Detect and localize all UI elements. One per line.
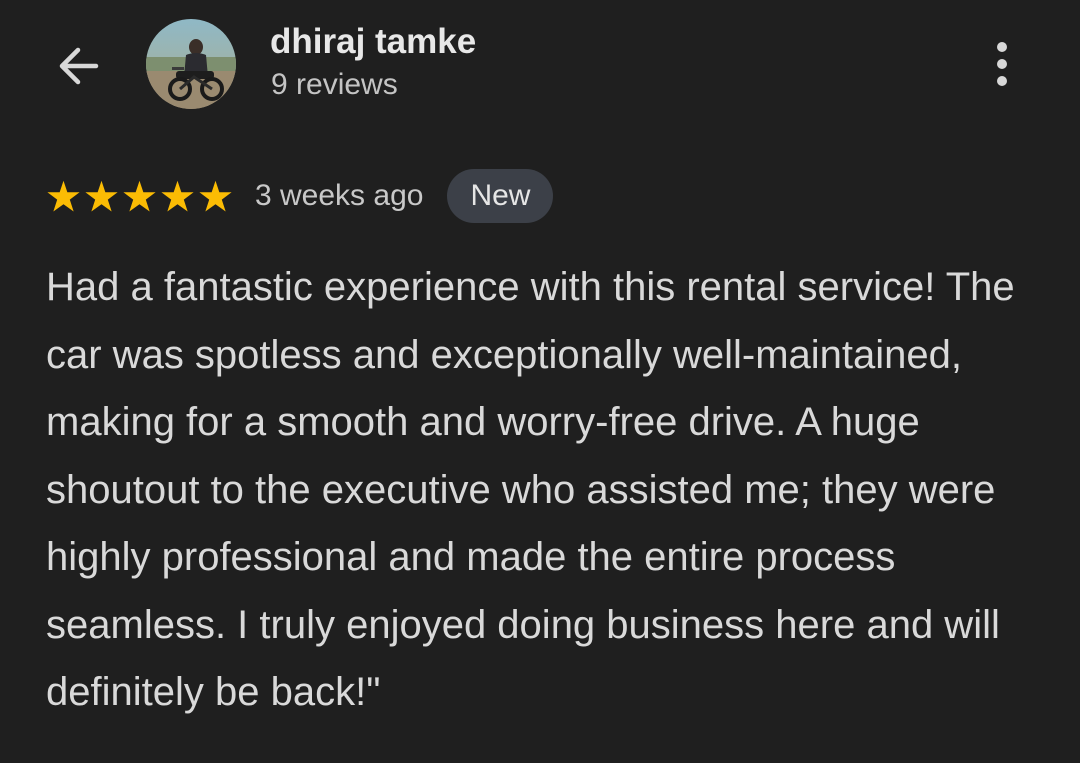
review-text: Had a fantastic experience with this ren… [46, 265, 1015, 714]
back-button[interactable] [50, 38, 106, 94]
star-icon [123, 180, 156, 212]
star-rating [46, 179, 233, 214]
review-header: dhiraj tamke 9 reviews [0, 0, 1080, 140]
star-icon [199, 180, 232, 212]
more-options-button[interactable] [980, 36, 1024, 92]
more-vertical-icon [997, 42, 1007, 86]
review-count[interactable]: 9 reviews [271, 68, 398, 102]
star-icon [85, 180, 118, 212]
profile-photo [146, 19, 236, 109]
star-icon [47, 180, 80, 212]
reviewer-name[interactable]: dhiraj tamke [270, 22, 476, 62]
review-meta: 3 weeks ago New [46, 168, 554, 224]
star-icon [161, 180, 194, 212]
arrow-back-icon [59, 47, 99, 85]
review-time: 3 weeks ago [255, 179, 424, 212]
new-badge: New [447, 169, 554, 223]
avatar[interactable] [146, 19, 236, 109]
